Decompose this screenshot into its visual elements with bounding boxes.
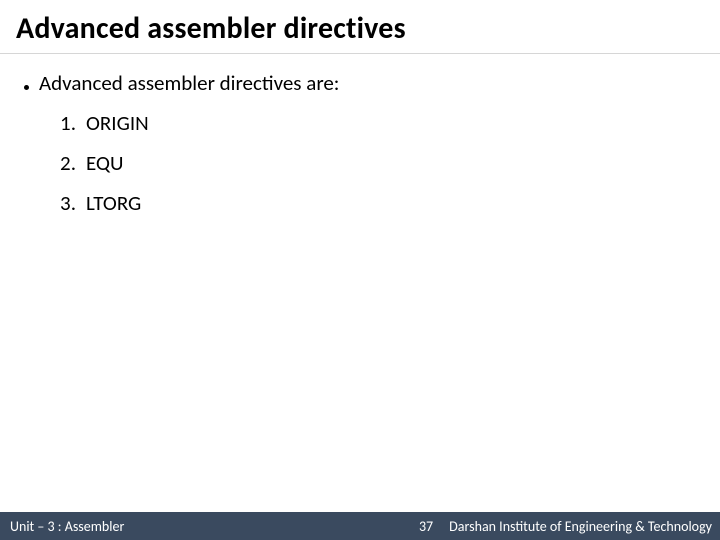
bullet-text: Advanced assembler directives are: [39,70,339,96]
list-number: 1. [56,110,76,136]
list-number: 3. [56,190,76,216]
slide-title: Advanced assembler directives [16,10,704,47]
footer-institute: Darshan Institute of Engineering & Techn… [449,518,720,535]
list-label: EQU [86,150,124,176]
list-item: 2. EQU [56,150,696,176]
slide: Advanced assembler directives Advanced a… [0,0,720,540]
slide-footer: Unit – 3 : Assembler 37 Darshan Institut… [0,512,720,540]
slide-body: Advanced assembler directives are: 1. OR… [0,54,720,216]
list-number: 2. [56,150,76,176]
title-area: Advanced assembler directives [0,0,720,54]
footer-unit: Unit – 3 : Assembler [0,518,124,535]
bullet-dot-icon [24,85,29,90]
bullet-item: Advanced assembler directives are: [24,70,696,96]
numbered-list: 1. ORIGIN 2. EQU 3. LTORG [24,110,696,216]
list-item: 1. ORIGIN [56,110,696,136]
list-label: ORIGIN [86,110,149,136]
list-item: 3. LTORG [56,190,696,216]
list-label: LTORG [86,190,141,216]
footer-page-number: 37 [403,518,449,535]
